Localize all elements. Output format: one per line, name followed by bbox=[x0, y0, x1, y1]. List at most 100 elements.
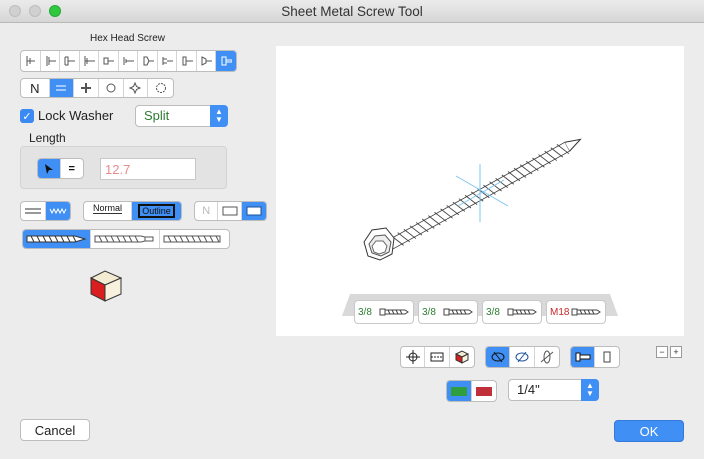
drive-option-hex[interactable] bbox=[148, 79, 173, 97]
white-rect-icon bbox=[222, 206, 238, 216]
fill-style-none[interactable]: N bbox=[195, 202, 219, 220]
head-option-6[interactable] bbox=[119, 51, 139, 71]
color-option-red[interactable] bbox=[472, 381, 496, 401]
rotation-y[interactable] bbox=[510, 347, 535, 367]
head-option-11[interactable] bbox=[216, 51, 236, 71]
zoom-in-button[interactable]: + bbox=[670, 346, 682, 358]
equals-icon: = bbox=[68, 162, 75, 175]
tip-option-gimlet[interactable] bbox=[23, 230, 92, 248]
view-mode-side[interactable] bbox=[425, 347, 450, 367]
head-style-4-icon bbox=[84, 56, 95, 66]
drill-screw-icon bbox=[94, 235, 154, 243]
head-option-9[interactable] bbox=[177, 51, 197, 71]
length-mode-selector: = bbox=[37, 158, 84, 179]
line-style-normal[interactable]: Normal bbox=[84, 202, 133, 220]
axis-crosshair bbox=[455, 164, 509, 222]
phillips-icon bbox=[81, 83, 92, 93]
head-option-2[interactable] bbox=[41, 51, 61, 71]
screw-thumbnail-icon bbox=[379, 308, 409, 316]
screw-thumbnail-icon bbox=[507, 308, 537, 316]
length-mode-pointer[interactable] bbox=[38, 159, 61, 178]
fill-style-white[interactable] bbox=[218, 202, 242, 220]
length-label: Length bbox=[29, 131, 66, 145]
color-option-green[interactable] bbox=[447, 381, 472, 401]
title-bar: Sheet Metal Screw Tool bbox=[0, 0, 704, 23]
side-view-icon bbox=[430, 352, 444, 362]
view-mode-3d[interactable] bbox=[450, 347, 474, 367]
thumbnail-button-2[interactable]: 3/8 bbox=[418, 300, 478, 324]
size-popup[interactable]: 1/4" ▲ ▼ bbox=[508, 379, 599, 401]
length-mode-equal[interactable]: = bbox=[61, 159, 83, 178]
horizontal-orientation-icon bbox=[575, 352, 590, 362]
tip-option-drill[interactable] bbox=[91, 230, 160, 248]
hex-socket-icon bbox=[155, 83, 166, 93]
thread-display-simplified[interactable] bbox=[21, 202, 46, 220]
washer-type-popup[interactable]: Split ▲ ▼ bbox=[135, 105, 228, 127]
rotation-selector bbox=[485, 346, 560, 368]
head-option-7[interactable] bbox=[138, 51, 158, 71]
normal-style-label: Normal bbox=[93, 203, 123, 214]
square-drive-icon bbox=[106, 83, 116, 93]
head-option-10[interactable] bbox=[197, 51, 217, 71]
hex-head-icon bbox=[221, 56, 233, 66]
thread-display-detailed[interactable] bbox=[45, 202, 70, 220]
thumbnail-size-label: 3/8 bbox=[358, 307, 372, 318]
washer-type-value: Split bbox=[144, 108, 170, 123]
zoom-out-button[interactable]: − bbox=[656, 346, 668, 358]
filled-rect-icon bbox=[246, 206, 262, 216]
head-option-8[interactable] bbox=[158, 51, 178, 71]
length-input[interactable]: 12.7 bbox=[100, 158, 196, 180]
head-type-selector bbox=[20, 50, 237, 72]
head-option-4[interactable] bbox=[80, 51, 100, 71]
screw-thumbnail-icon bbox=[571, 308, 601, 316]
thumbnail-size-label: 3/8 bbox=[486, 307, 500, 318]
head-option-3[interactable] bbox=[60, 51, 80, 71]
tip-option-blunt[interactable] bbox=[160, 230, 229, 248]
head-option-5[interactable] bbox=[99, 51, 119, 71]
popup-chevron-icon: ▲ ▼ bbox=[210, 105, 228, 127]
cancel-button[interactable]: Cancel bbox=[20, 419, 90, 441]
slot-icon bbox=[56, 85, 67, 91]
head-type-label: Hex Head Screw bbox=[90, 33, 166, 44]
fill-style-selector: N bbox=[194, 201, 267, 221]
red-swatch-icon bbox=[475, 386, 492, 396]
drive-option-square[interactable] bbox=[99, 79, 124, 97]
drive-option-torx[interactable] bbox=[124, 79, 149, 97]
arrow-pointer-icon bbox=[44, 163, 53, 174]
line-style-outline[interactable]: Outline bbox=[132, 202, 181, 220]
preview-canvas[interactable] bbox=[276, 46, 684, 336]
view-mode-selector bbox=[400, 346, 475, 368]
thumbnail-size-label: M18 bbox=[550, 307, 570, 318]
thumbnail-button-4[interactable]: M18 bbox=[546, 300, 606, 324]
drive-option-slot[interactable] bbox=[49, 79, 75, 97]
fill-style-solid[interactable] bbox=[241, 202, 266, 220]
cube-3d-icon bbox=[454, 350, 469, 364]
drive-type-selector: N bbox=[20, 78, 174, 98]
gimlet-screw-icon bbox=[26, 235, 87, 243]
orientation-vertical[interactable] bbox=[595, 347, 619, 367]
view-mode-center[interactable] bbox=[401, 347, 426, 367]
screw-thumbnail-icon bbox=[443, 308, 473, 316]
head-style-8-icon bbox=[162, 57, 174, 65]
lock-washer-checkbox[interactable]: ✓ bbox=[20, 109, 34, 123]
vertical-orientation-icon bbox=[603, 351, 611, 363]
thread-display-selector bbox=[20, 201, 71, 221]
thumbnail-button-1[interactable]: 3/8 bbox=[354, 300, 414, 324]
head-style-3-icon bbox=[64, 56, 76, 66]
head-option-1[interactable] bbox=[21, 51, 41, 71]
screw-tip-selector bbox=[22, 229, 230, 249]
wave-thread-icon bbox=[49, 207, 67, 215]
orientation-horizontal[interactable] bbox=[571, 347, 596, 367]
head-style-1-icon bbox=[26, 56, 36, 66]
rotation-z[interactable] bbox=[535, 347, 559, 367]
drive-option-none[interactable]: N bbox=[21, 79, 50, 97]
drive-option-phillips[interactable] bbox=[74, 79, 99, 97]
thumbnail-size-label: 3/8 bbox=[422, 307, 436, 318]
rotation-x[interactable] bbox=[486, 347, 511, 367]
screw-preview-drawing bbox=[342, 138, 618, 316]
ok-button[interactable]: OK bbox=[614, 420, 684, 442]
lines-icon bbox=[24, 208, 41, 214]
head-style-6-icon bbox=[123, 57, 134, 65]
head-style-9-icon bbox=[182, 56, 193, 66]
thumbnail-button-3[interactable]: 3/8 bbox=[482, 300, 542, 324]
